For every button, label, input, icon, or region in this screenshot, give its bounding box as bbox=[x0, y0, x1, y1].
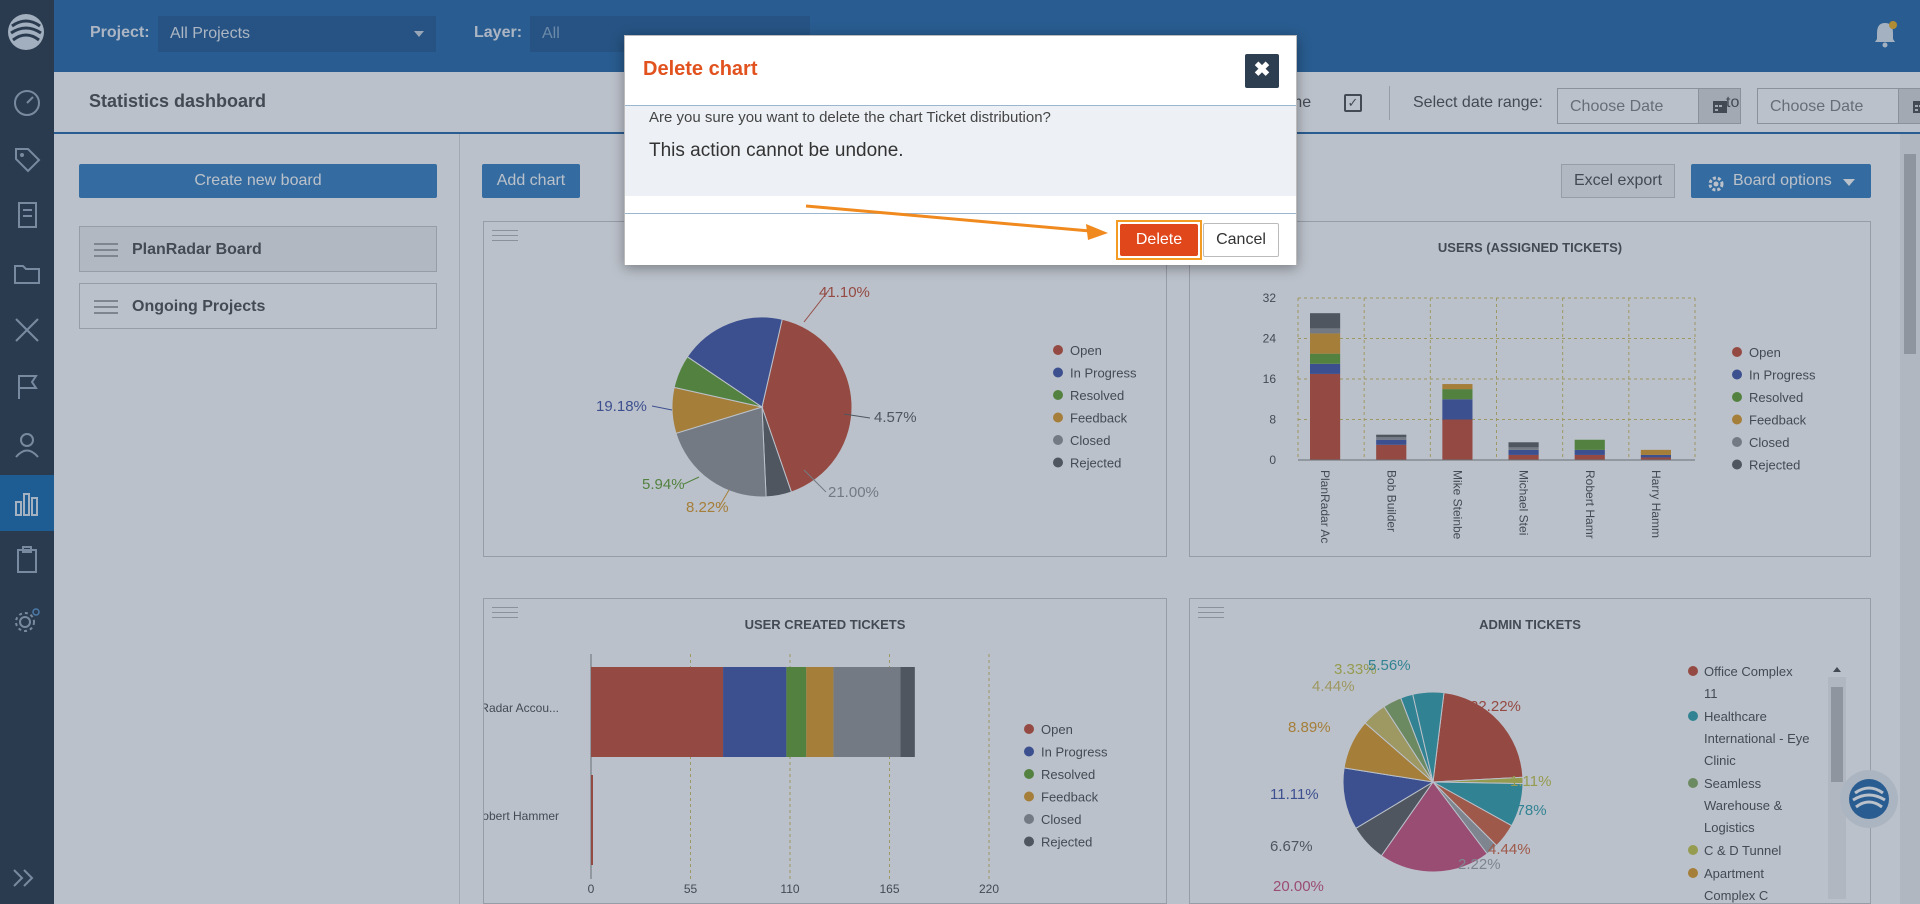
delete-button-label: Delete bbox=[1120, 224, 1198, 256]
dialog-header: Delete chart ✖ bbox=[625, 36, 1296, 106]
close-icon[interactable]: ✖ bbox=[1245, 54, 1279, 88]
dialog-spacer bbox=[625, 196, 1296, 214]
dialog-title: Delete chart bbox=[643, 58, 758, 80]
delete-chart-dialog: Delete chart ✖ Are you sure you want to … bbox=[624, 35, 1297, 265]
cancel-button[interactable]: Cancel bbox=[1203, 223, 1279, 257]
delete-button[interactable]: Delete bbox=[1116, 220, 1202, 260]
dialog-warning: This action cannot be undone. bbox=[649, 140, 904, 161]
dialog-question: Are you sure you want to delete the char… bbox=[649, 109, 1051, 126]
dialog-footer: Delete Cancel bbox=[625, 213, 1296, 265]
